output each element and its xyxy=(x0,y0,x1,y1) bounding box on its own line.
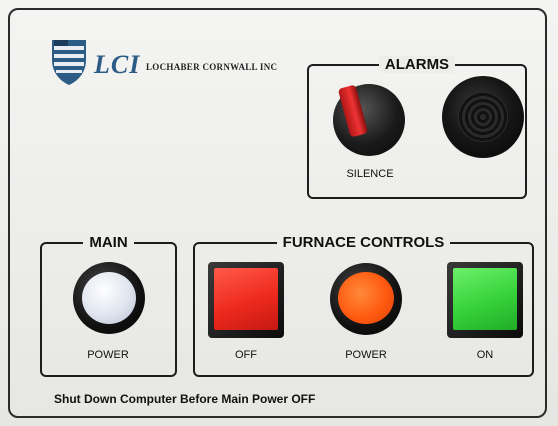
furnace-on-label: ON xyxy=(476,349,494,361)
main-power-label: POWER xyxy=(87,349,129,361)
main-power-lens xyxy=(82,272,136,324)
furnace-power-label: POWER xyxy=(345,349,387,361)
furnace-off-label: OFF xyxy=(235,349,257,361)
furnace-on-lens xyxy=(453,268,517,330)
furnace-power-lens xyxy=(338,272,394,324)
alarms-title: ALARMS xyxy=(378,56,456,73)
footer-note: Shut Down Computer Before Main Power OFF xyxy=(54,392,316,406)
buzzer-grill xyxy=(458,92,508,142)
main-title: MAIN xyxy=(83,234,134,251)
logo-text: LCI xyxy=(94,50,141,79)
furnace-off-lens xyxy=(214,268,278,330)
control-panel: LCI LOCHABER CORNWALL INC ALARMS SILENCE… xyxy=(0,0,558,426)
shield-icon xyxy=(52,40,86,85)
furnace-controls-title: FURNACE CONTROLS xyxy=(276,234,451,251)
silence-label: SILENCE xyxy=(346,168,394,180)
company-name: LOCHABER CORNWALL INC xyxy=(146,62,278,72)
